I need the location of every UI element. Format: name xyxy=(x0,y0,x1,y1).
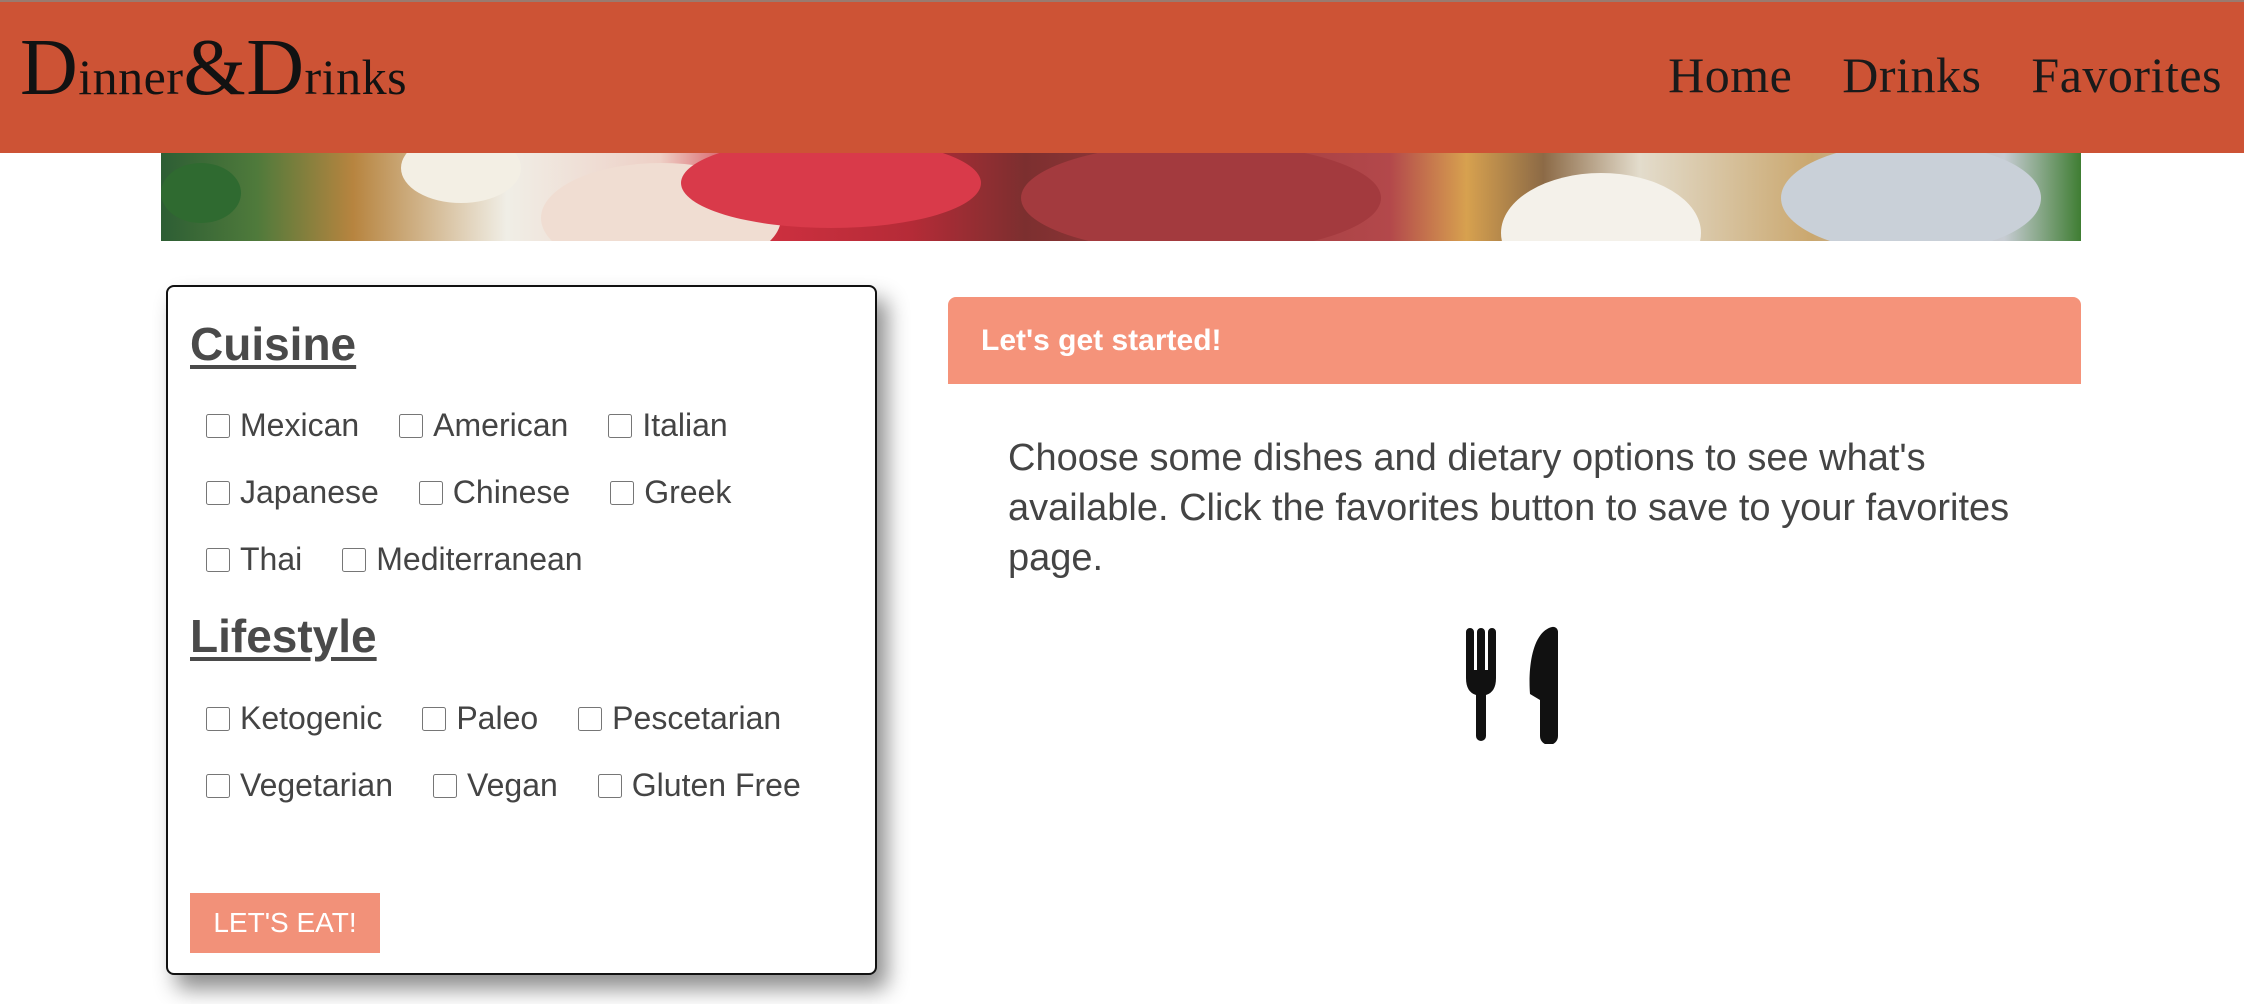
garlic-bulb xyxy=(401,153,521,203)
brand-text: inner xyxy=(78,49,184,105)
brand-ampersand: & xyxy=(183,24,247,112)
option-mexican[interactable]: Mexican xyxy=(206,407,359,444)
checkbox-japanese[interactable] xyxy=(206,480,230,505)
option-label: Gluten Free xyxy=(631,767,801,803)
option-italian[interactable]: Italian xyxy=(608,407,728,444)
checkbox-thai[interactable] xyxy=(206,547,230,572)
brand-letter: D xyxy=(246,24,305,112)
option-label: American xyxy=(433,407,569,443)
option-mediterranean[interactable]: Mediterranean xyxy=(342,541,583,578)
steak xyxy=(1021,153,1381,241)
option-japanese[interactable]: Japanese xyxy=(206,474,379,511)
checkbox-mediterranean[interactable] xyxy=(342,547,367,572)
rice-bowl xyxy=(1501,173,1701,241)
checkbox-paleo[interactable] xyxy=(422,706,447,731)
nav-favorites-link[interactable]: Favorites xyxy=(2031,50,2222,100)
checkbox-pescetarian[interactable] xyxy=(578,706,603,731)
checkbox-greek[interactable] xyxy=(610,480,635,505)
fish-fillet xyxy=(1781,153,2041,241)
cuisine-row: Mexican American Italian xyxy=(206,407,768,444)
filter-panel: Cuisine Mexican American Italian Japanes… xyxy=(166,285,877,975)
option-label: Japanese xyxy=(240,474,379,510)
option-vegetarian[interactable]: Vegetarian xyxy=(206,767,393,804)
brand-logo[interactable]: Dinner&Drinks xyxy=(20,28,407,108)
lifestyle-row: Ketogenic Paleo Pescetarian xyxy=(206,700,821,737)
checkbox-gluten-free[interactable] xyxy=(597,773,622,798)
checkbox-american[interactable] xyxy=(399,413,424,438)
results-header: Let's get started! xyxy=(948,297,2081,384)
hero-banner-image xyxy=(161,153,2081,241)
option-gluten-free[interactable]: Gluten Free xyxy=(597,767,801,804)
option-label: Greek xyxy=(644,474,732,510)
option-label: Mediterranean xyxy=(376,541,583,577)
option-label: Paleo xyxy=(456,700,539,736)
checkbox-mexican[interactable] xyxy=(206,413,230,438)
option-thai[interactable]: Thai xyxy=(206,541,302,578)
option-greek[interactable]: Greek xyxy=(610,474,731,511)
option-label: Chinese xyxy=(452,474,571,510)
intro-text: Choose some dishes and dietary options t… xyxy=(1008,437,2010,579)
option-label: Mexican xyxy=(240,407,360,443)
option-ketogenic[interactable]: Ketogenic xyxy=(206,700,382,737)
lifestyle-row: Vegetarian Vegan Gluten Free xyxy=(206,767,841,804)
option-label: Ketogenic xyxy=(240,700,383,736)
results-header-text: Let's get started! xyxy=(981,324,1222,357)
checkbox-vegetarian[interactable] xyxy=(206,773,230,798)
option-american[interactable]: American xyxy=(399,407,568,444)
brand-letter: D xyxy=(20,24,79,112)
cuisine-row: Japanese Chinese Greek xyxy=(206,474,771,511)
nav-links: Home Drinks Favorites xyxy=(1668,50,2222,100)
checkbox-vegan[interactable] xyxy=(433,773,458,798)
nav-drinks-link[interactable]: Drinks xyxy=(1842,50,1981,100)
option-label: Vegetarian xyxy=(240,767,394,803)
option-label: Pescetarian xyxy=(612,700,782,736)
navbar: Dinner&Drinks Home Drinks Favorites xyxy=(0,0,2244,153)
utensils-icon xyxy=(1466,626,1559,744)
option-pescetarian[interactable]: Pescetarian xyxy=(578,700,781,737)
checkbox-chinese[interactable] xyxy=(418,480,443,505)
brand-text: rinks xyxy=(304,49,408,105)
option-label: Thai xyxy=(240,541,303,577)
option-paleo[interactable]: Paleo xyxy=(422,700,538,737)
option-chinese[interactable]: Chinese xyxy=(418,474,571,511)
spinach-leaf xyxy=(161,163,241,223)
cuisine-row: Thai Mediterranean xyxy=(206,541,623,578)
option-label: Vegan xyxy=(467,767,558,803)
option-vegan[interactable]: Vegan xyxy=(433,767,558,804)
checkbox-italian[interactable] xyxy=(608,413,633,438)
lets-eat-button[interactable]: LET'S EAT! xyxy=(190,893,380,953)
nav-home-link[interactable]: Home xyxy=(1668,50,1792,100)
cuisine-heading: Cuisine xyxy=(190,318,357,370)
option-label: Italian xyxy=(642,407,728,443)
checkbox-ketogenic[interactable] xyxy=(206,706,230,731)
lifestyle-heading: Lifestyle xyxy=(190,610,377,662)
